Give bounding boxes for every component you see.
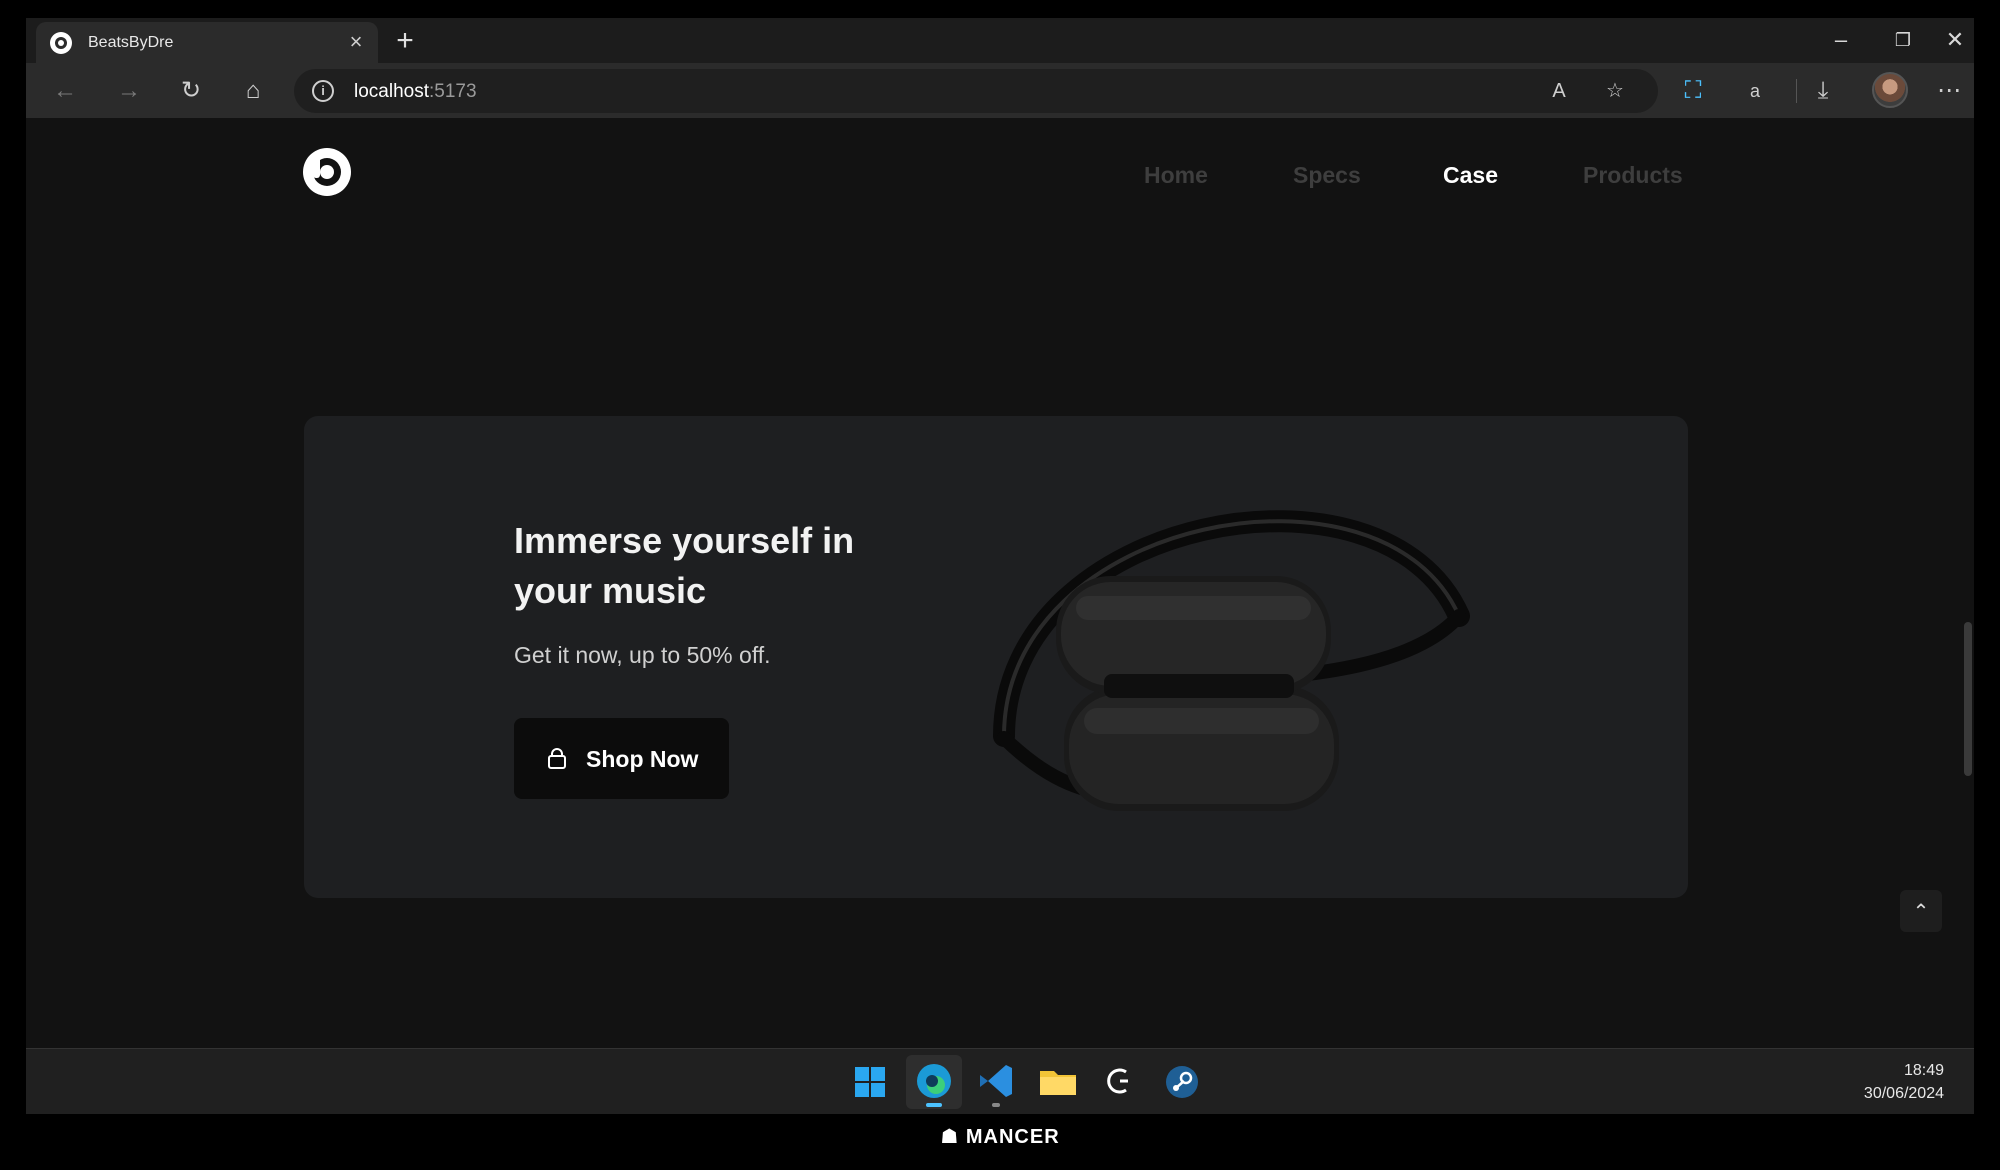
browser-window: BeatsByDre × + – ❐ ✕ ← → ↻ ⌂ i localhost… [26,18,1974,1114]
browser-toolbar: ← → ↻ ⌂ i localhost:5173 A ☆ ⛶ a ⤓ ⋯ [26,63,1974,118]
clock-date: 30/06/2024 [1863,1085,1944,1102]
hero-subtitle: Get it now, up to 50% off. [514,642,771,668]
shopping-bag-icon [548,748,566,769]
web-page: Home Specs Case Products Immerse yoursel… [26,118,1974,1048]
beats-favicon-icon [50,32,72,54]
windows-start-icon[interactable] [842,1055,898,1109]
page-scrollbar[interactable] [1964,622,1972,776]
nav-products[interactable]: Products [1583,162,1683,189]
close-tab-icon[interactable]: × [344,30,368,54]
mancer-watermark: ☗ MANCER [0,1124,2000,1149]
mancer-icon: ☗ [940,1126,960,1148]
toolbar-divider [1796,79,1797,103]
more-menu-icon[interactable]: ⋯ [1930,72,1968,110]
beats-logo[interactable] [303,148,351,196]
browser-tab[interactable]: BeatsByDre × [36,22,378,63]
tab-title: BeatsByDre [88,34,174,51]
logitech-ghub-icon[interactable] [1092,1055,1148,1109]
read-aloud-icon[interactable]: A [1544,77,1574,105]
beats-logo-stem [313,156,320,178]
nav-home[interactable]: Home [1144,162,1208,189]
url-text[interactable]: localhost:5173 [354,81,477,103]
nav-specs[interactable]: Specs [1293,162,1361,189]
shop-now-button[interactable]: Shop Now [514,718,729,799]
hero-title: Immerse yourself in your music [514,520,855,611]
edge-browser-icon[interactable] [906,1055,962,1109]
taskbar: 18:49 30/06/2024 [26,1048,1974,1114]
file-explorer-icon[interactable] [1030,1055,1086,1109]
minimize-button[interactable]: – [1812,22,1870,58]
refresh-button[interactable]: ↻ [172,72,210,110]
scroll-to-top-button[interactable]: ⌃ [1900,890,1942,932]
active-indicator [926,1103,942,1107]
home-button[interactable]: ⌂ [234,72,272,110]
steam-icon[interactable] [1154,1055,1210,1109]
favorite-star-icon[interactable]: ☆ [1600,77,1630,105]
downloads-icon[interactable]: ⤓ [1804,72,1842,110]
restore-button[interactable]: ❐ [1874,22,1932,58]
hero-card: Immerse yourself in your music Get it no… [304,416,1688,898]
mancer-label: MANCER [965,1126,1060,1148]
system-clock[interactable]: 18:49 30/06/2024 [1864,1059,1944,1105]
shop-now-label: Shop Now [586,746,699,772]
forward-button[interactable]: → [110,72,148,110]
profile-avatar[interactable] [1872,72,1908,108]
screenshot-icon[interactable]: ⛶ [1674,72,1712,110]
tab-strip: BeatsByDre × + – ❐ ✕ [26,18,1974,63]
nav-case[interactable]: Case [1443,162,1498,189]
close-window-button[interactable]: ✕ [1936,22,1974,58]
vscode-icon[interactable] [968,1055,1024,1109]
open-indicator [992,1103,1000,1107]
address-bar[interactable]: i localhost:5173 A ☆ [294,69,1658,113]
headphones-image [993,510,1470,811]
site-info-icon[interactable]: i [312,80,334,102]
clock-time: 18:49 [1903,1062,1944,1079]
back-button[interactable]: ← [46,72,84,110]
new-tab-button[interactable]: + [388,24,422,58]
translate-icon[interactable]: a [1736,72,1774,110]
